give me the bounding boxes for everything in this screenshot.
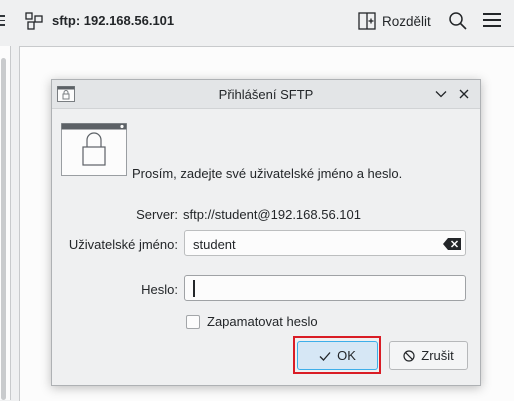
toolbar: sftp: 192.168.56.101 Rozdělit — [0, 0, 514, 42]
ok-button[interactable]: OK — [297, 341, 378, 370]
sftp-login-dialog: Přihlášení SFTP Prosím, zadejte své uživ… — [51, 79, 481, 386]
username-field[interactable]: student — [184, 230, 466, 256]
checkmark-icon — [319, 351, 331, 361]
lock-window-icon — [61, 123, 127, 176]
remember-password-label: Zapamatovat heslo — [207, 314, 318, 329]
split-icon — [358, 12, 376, 30]
server-label: Server: — [136, 207, 178, 222]
cancel-icon — [403, 349, 415, 362]
cancel-label: Zrušit — [421, 348, 454, 363]
scrollbar[interactable] — [1, 58, 6, 400]
chevron-down-icon[interactable] — [434, 87, 448, 101]
server-value: sftp://student@192.168.56.101 — [183, 207, 361, 222]
menu-icon[interactable] — [0, 15, 5, 29]
username-value: student — [193, 237, 236, 252]
remember-password-option[interactable]: Zapamatovat heslo — [186, 314, 318, 329]
hamburger-icon[interactable] — [483, 13, 501, 29]
remember-password-checkbox[interactable] — [186, 314, 200, 329]
split-button[interactable]: Rozdělit — [358, 10, 431, 32]
cancel-button[interactable]: Zrušit — [389, 341, 468, 370]
login-prompt: Prosím, zadejte své uživatelské jméno a … — [132, 166, 403, 181]
ok-label: OK — [337, 348, 356, 363]
close-icon[interactable] — [457, 87, 471, 101]
clear-text-icon[interactable] — [443, 238, 461, 250]
search-icon[interactable] — [448, 11, 468, 31]
location-title: sftp: 192.168.56.101 — [52, 13, 175, 28]
text-cursor — [193, 280, 195, 297]
dialog-titlebar[interactable]: Přihlášení SFTP — [52, 80, 480, 109]
password-label: Heslo: — [141, 282, 178, 297]
split-view-icon[interactable] — [25, 12, 43, 30]
password-field[interactable] — [184, 275, 466, 301]
username-label: Uživatelské jméno: — [68, 237, 178, 252]
dialog-title: Přihlášení SFTP — [218, 87, 314, 102]
split-label: Rozdělit — [382, 13, 431, 29]
